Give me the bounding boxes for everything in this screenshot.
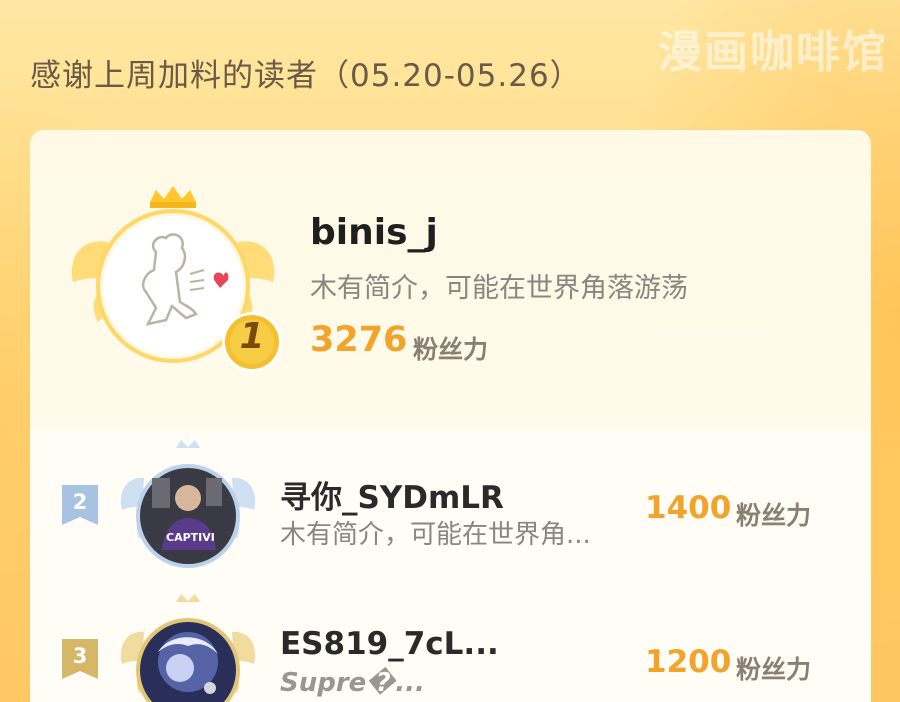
rank-two-badge: 2 [62,485,98,525]
second-reader-bio: 木有简介，可能在世界角... [280,520,591,550]
second-reader-score-unit: 粉丝力 [736,501,812,530]
second-reader-name[interactable]: 寻你_SYDmLR [280,472,504,517]
watermark: 漫画咖啡馆 [658,27,888,78]
rank-three-number: 3 [72,644,88,668]
first-reader-bio: 木有简介，可能在世界角落游荡 [310,273,688,304]
second-avatar-group[interactable]: CAPTIVI [118,438,258,573]
rank-two-number: 2 [72,490,88,514]
third-reader-score-unit: 粉丝力 [736,655,812,684]
first-avatar-group[interactable]: 1 [68,182,282,372]
first-reader-score-unit: 粉丝力 [413,335,489,364]
third-reader-score: 1200 [645,644,732,680]
rank-three-badge: 3 [62,639,98,679]
third-avatar-group[interactable] [118,592,258,702]
avatar-shirt-text: CAPTIVI [166,531,215,544]
second-avatar-icon: CAPTIVI [120,440,256,568]
third-reader-name[interactable]: ES819_7cL... [280,626,499,662]
first-reader-score: 3276 [310,320,408,360]
third-reader-bio: Supre�... [280,668,425,698]
page-title: 感谢上周加料的读者（05.20-05.26） [30,58,582,94]
third-avatar-icon [120,594,256,702]
rank-one-number: 1 [239,316,265,357]
crown-icon [150,186,196,202]
first-reader-name[interactable]: binis_j [310,212,438,253]
ranking-card: 1 binis_j 木有简介，可能在世界角落游荡 3276 粉丝力 2 CAPT… [30,130,871,702]
second-reader-score: 1400 [645,490,732,526]
